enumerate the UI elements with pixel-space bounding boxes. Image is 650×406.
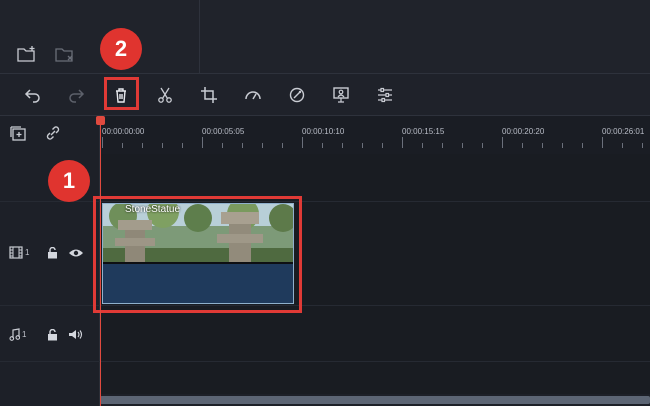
cut-icon[interactable] [154,84,176,106]
playhead-handle[interactable] [96,116,105,125]
new-folder-icon[interactable] [16,44,38,64]
delete-highlight [104,77,139,110]
time-ruler[interactable]: 00:00:00:00 00:00:05:05 00:00:10:10 00:0… [100,116,650,154]
ruler-tick [122,143,123,148]
ruler-tick [642,143,643,148]
ruler-tick [482,143,483,148]
panel-divider [199,0,200,74]
ruler-tick [342,143,343,148]
ruler-tick [322,143,323,148]
ruler-tick [382,143,383,148]
ruler-label: 00:00:26:01 [602,127,645,136]
ruler-tick [522,143,523,148]
link-icon[interactable] [42,122,64,144]
audio-track[interactable] [100,306,650,362]
ruler-label: 00:00:00:00 [102,127,145,136]
empty-track[interactable] [100,154,650,202]
ruler-tick [182,143,183,148]
ruler-tick [102,137,103,148]
ruler-tick [222,143,223,148]
ruler-label: 00:00:05:05 [202,127,245,136]
greenscreen-icon[interactable] [330,84,352,106]
speed-icon[interactable] [242,84,264,106]
new-folder-icon-graphic [17,46,35,62]
delete-folder-icon-graphic [55,48,73,62]
film-icon [9,246,23,259]
ruler-tick [502,137,503,148]
ruler-tick [582,143,583,148]
media-library-panel [0,0,650,74]
speaker-icon[interactable] [68,329,84,340]
audio-track-label: 1 [9,328,26,341]
ruler-tick [422,143,423,148]
undo-icon[interactable] [22,84,44,106]
color-icon[interactable] [286,84,308,106]
ruler-tick [162,143,163,148]
lock-icon[interactable] [47,247,58,259]
lock-icon[interactable] [47,329,58,341]
empty-track-head [0,362,100,406]
ruler-label: 00:00:10:10 [302,127,345,136]
ruler-tick [282,143,283,148]
crop-icon[interactable] [198,84,220,106]
ruler-label: 00:00:20:20 [502,127,545,136]
ruler-tick [142,143,143,148]
ruler-tick [362,143,363,148]
ruler-label: 00:00:15:15 [402,127,445,136]
step-callout-1: 1 [48,160,90,202]
empty-track[interactable] [100,362,650,394]
ruler-tick [622,143,623,148]
ruler-tick [442,143,443,148]
ruler-tick [262,143,263,148]
step-callout-2: 2 [100,28,142,70]
playhead-line [100,120,101,406]
adjust-icon[interactable] [374,84,396,106]
scrollbar-thumb[interactable] [100,396,650,404]
ruler-tick [402,137,403,148]
redo-icon[interactable] [65,84,87,106]
delete-folder-icon[interactable] [54,44,76,64]
video-track-number: 1 [25,248,30,257]
ruler-tick [462,143,463,148]
music-note-icon [9,328,20,341]
ruler-tick [542,143,543,148]
audio-track-number: 1 [22,330,27,339]
ruler-tick [602,137,603,148]
clip-highlight [93,196,302,313]
ruler-tick [302,137,303,148]
ruler-tick [202,137,203,148]
add-track-icon[interactable] [8,122,30,144]
video-track-label: 1 [9,246,29,259]
ruler-tick [242,143,243,148]
editor-window: 00:00:00:00 00:00:05:05 00:00:10:10 00:0… [0,0,650,406]
timeline-toolbar [0,74,650,116]
ruler-tick [562,143,563,148]
eye-icon[interactable] [68,248,84,258]
